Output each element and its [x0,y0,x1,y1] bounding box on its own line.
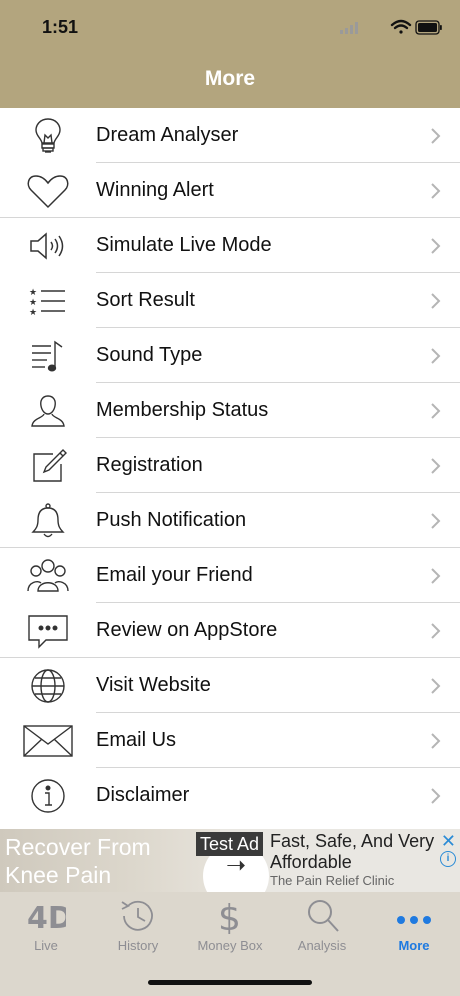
menu-item-label: Dream Analyser [96,124,239,146]
menu-item-winning-alert[interactable]: Winning Alert [0,163,460,218]
menu-item-review-on-appstore[interactable]: Review on AppStore [0,603,460,658]
chevron-right-icon [431,678,441,694]
chevron-right-icon [431,733,441,749]
menu-item-label: Disclaimer [96,784,190,806]
page-title: More [204,67,256,90]
menu-item-label: Registration [96,454,203,476]
signal-icon [340,22,358,34]
navigation-header: 1:51 More [0,0,460,108]
tab-live[interactable]: 4D Live [0,892,92,954]
tab-label: Money Box [197,938,263,953]
chat-bubble-icon [22,611,74,651]
menu-item-disclaimer[interactable]: Disclaimer [0,768,460,823]
tab-label: More [398,938,430,953]
globe-icon [22,666,74,706]
chevron-right-icon [431,788,441,804]
menu-item-simulate-live-mode[interactable]: Simulate Live Mode [0,218,460,273]
chevron-right-icon [431,623,441,639]
lightbulb-icon [22,116,74,156]
menu-item-membership-status[interactable]: Membership Status [0,383,460,438]
magnifier-icon [308,900,339,932]
dollar-icon: $ [218,898,241,934]
tab-label: History [117,938,159,953]
envelope-icon [22,721,74,761]
status-time: 1:51 [42,17,79,37]
tab-history[interactable]: History [92,892,184,954]
menu-item-push-notification[interactable]: Push Notification [0,493,460,548]
menu-item-label: Email your Friend [96,564,253,586]
heart-icon [22,171,74,211]
chevron-right-icon [431,513,441,529]
chevron-right-icon [431,128,441,144]
chevron-right-icon [431,238,441,254]
menu-item-email-us[interactable]: Email Us [0,713,460,768]
ad-advertiser: The Pain Relief Clinic [270,873,395,888]
menu-item-label: Winning Alert [96,179,214,201]
svg-text:★: ★ [29,298,37,308]
menu-item-label: Sound Type [96,344,203,366]
ad-headline: Recover From Knee Pain [5,834,151,888]
menu-item-label: Membership Status [96,399,269,421]
tab-label: Live [34,938,58,953]
tab-money-box[interactable]: $ Money Box [184,892,276,954]
tab-more[interactable]: More [368,892,460,954]
menu-item-registration[interactable]: Registration [0,438,460,493]
svg-text:★: ★ [29,308,37,316]
menu-item-label: Email Us [96,729,177,751]
menu-item-dream-analyser[interactable]: Dream Analyser [0,108,460,163]
svg-text:★: ★ [29,288,37,298]
star-list-icon: ★ ★ ★ [22,281,74,321]
history-icon [121,900,153,931]
speaker-icon [22,226,74,266]
tab-analysis[interactable]: Analysis [276,892,368,954]
status-icons [340,19,442,35]
close-icon[interactable]: ✕ [441,831,456,852]
chevron-right-icon [431,348,441,364]
menu-item-sort-result[interactable]: ★ ★ ★ Sort Result [0,273,460,328]
more-dots-icon [397,916,431,924]
wifi-icon [390,19,412,34]
test-ad-badge: Test Ad [196,832,264,856]
tab-label: Analysis [297,938,347,953]
chevron-right-icon [431,183,441,199]
home-indicator[interactable] [148,980,312,985]
group-icon [22,556,74,596]
menu-item-email-your-friend[interactable]: Email your Friend [0,548,460,603]
4d-icon: 4D [27,901,66,934]
chevron-right-icon [431,293,441,309]
bell-icon [22,501,74,541]
music-list-icon [22,336,74,376]
more-menu-list: Dream Analyser Winning Alert Simulate Li… [0,108,460,823]
ad-copy: Fast, Safe, And Very Affordable [270,831,435,872]
battery-icon [415,20,442,35]
svg-text:$: $ [218,898,241,934]
ad-banner[interactable]: Recover From Knee Pain ➝ Test Ad Fast, S… [0,829,460,892]
menu-item-label: Push Notification [96,509,247,531]
menu-item-sound-type[interactable]: Sound Type [0,328,460,383]
chevron-right-icon [431,568,441,584]
user-icon [22,391,74,431]
svg-text:4D: 4D [27,901,66,934]
menu-item-label: Sort Result [96,289,195,311]
chevron-right-icon [431,458,441,474]
menu-item-label: Simulate Live Mode [96,234,272,256]
menu-item-label: Review on AppStore [96,619,278,641]
menu-item-visit-website[interactable]: Visit Website [0,658,460,713]
edit-icon [22,446,74,486]
info-icon [22,776,74,816]
menu-item-label: Visit Website [96,674,211,696]
info-icon[interactable]: i [440,851,456,867]
chevron-right-icon [431,403,441,419]
